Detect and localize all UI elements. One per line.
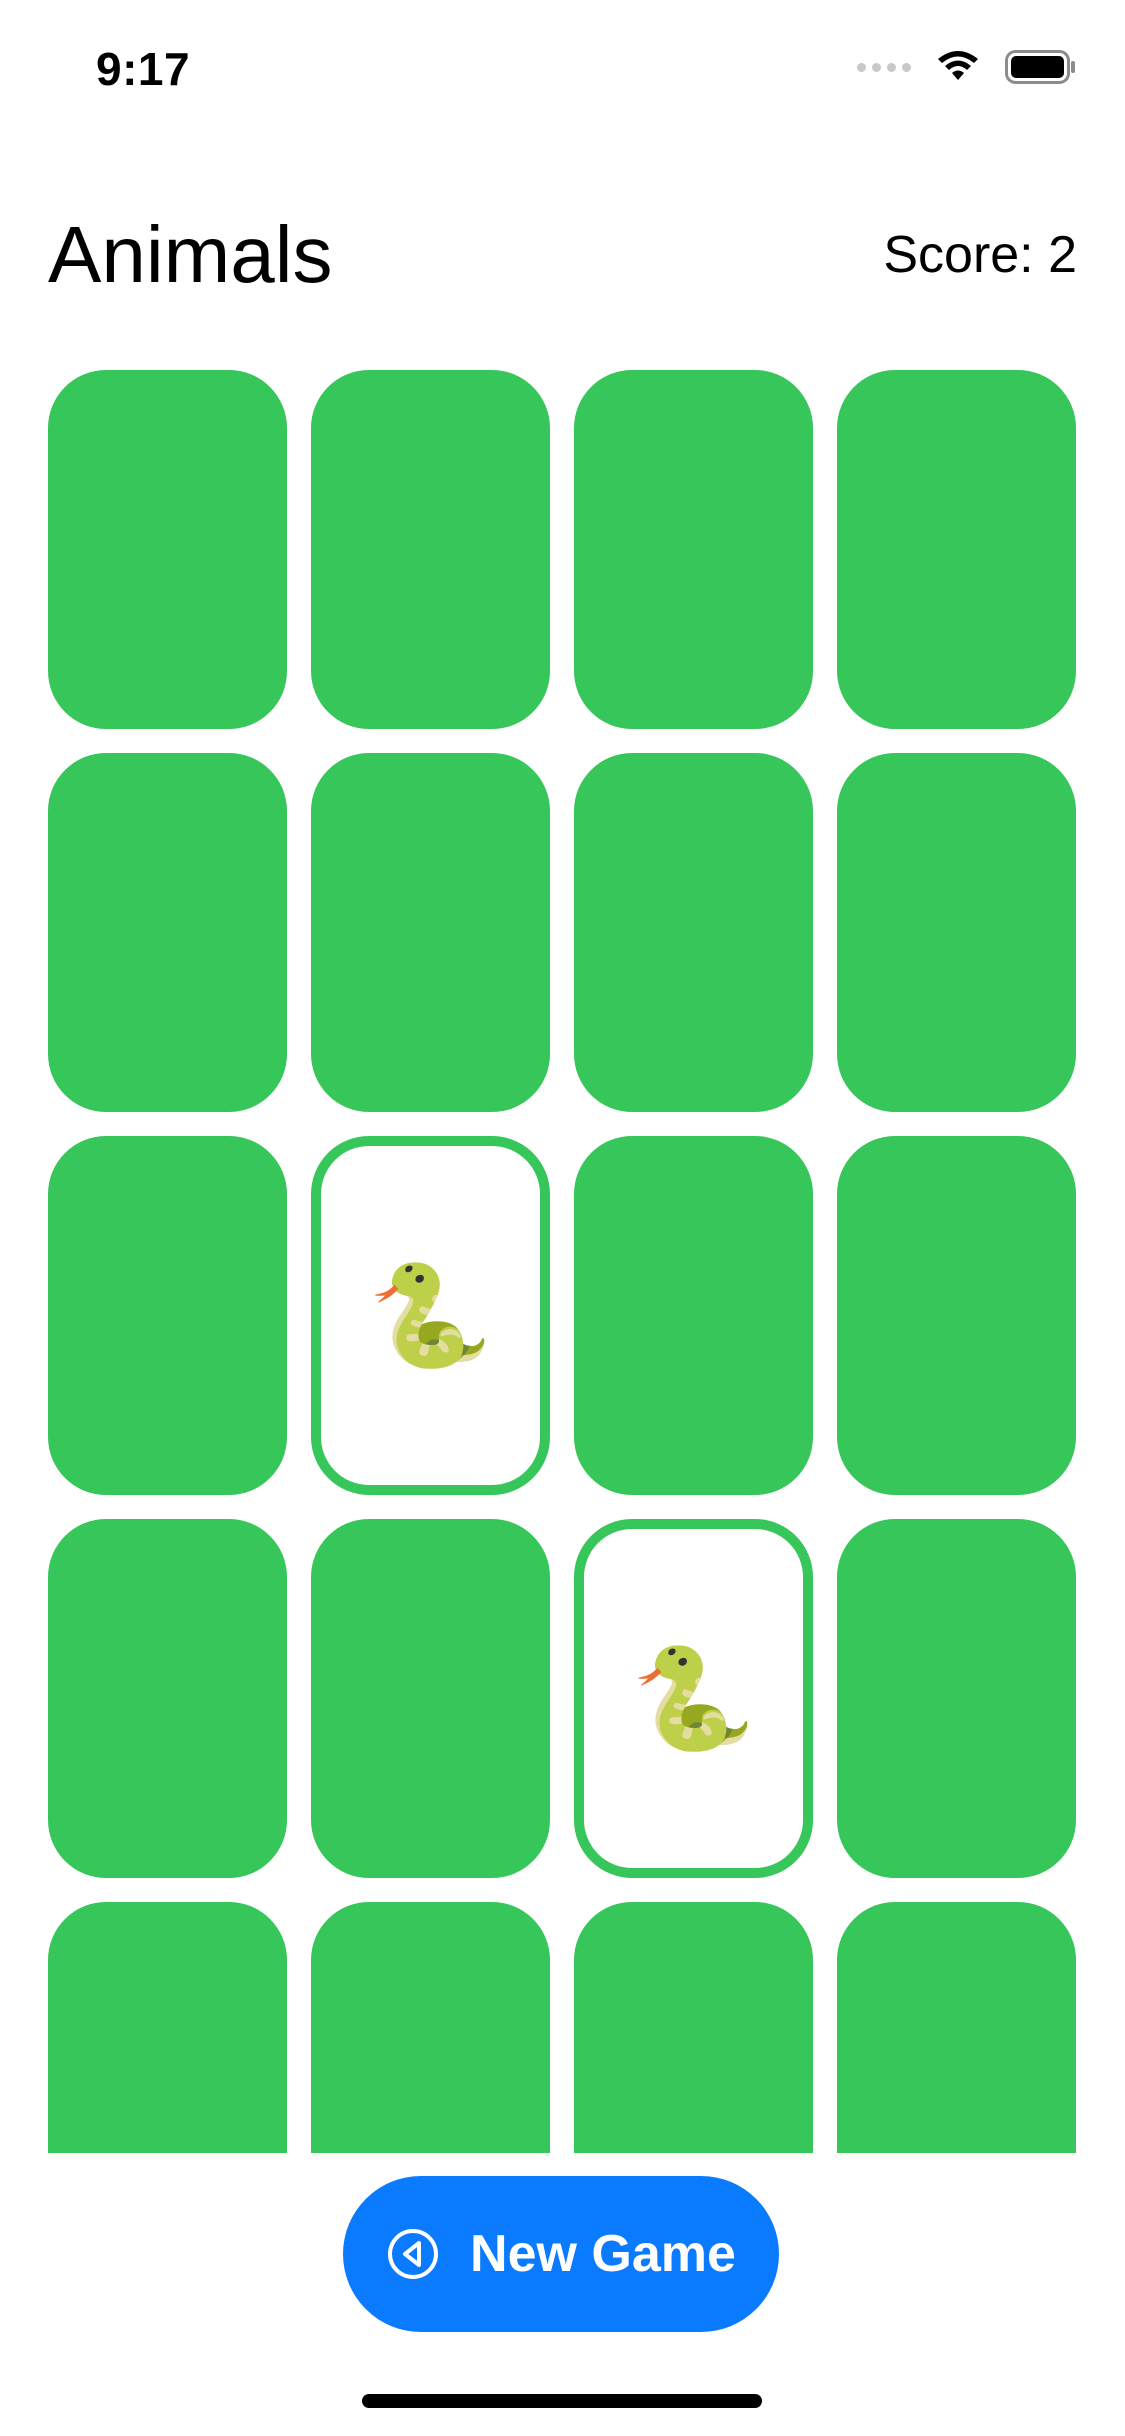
card[interactable] [48, 370, 287, 729]
card[interactable] [574, 753, 813, 1112]
new-game-button[interactable]: New Game [343, 2176, 779, 2332]
card[interactable] [837, 753, 1076, 1112]
card[interactable] [574, 1136, 813, 1495]
card[interactable] [311, 1519, 550, 1878]
card[interactable]: 🐍 [311, 1136, 550, 1495]
card[interactable] [837, 1136, 1076, 1495]
card-symbol: 🐍 [368, 1259, 493, 1372]
card-grid: 🐍 🐍 [48, 370, 1077, 2153]
card[interactable]: 🐍 [574, 1519, 813, 1878]
home-indicator[interactable] [362, 2394, 762, 2408]
card[interactable] [48, 1902, 287, 2153]
card[interactable] [837, 370, 1076, 729]
card-symbol: 🐍 [631, 1642, 756, 1755]
status-time: 9:17 [96, 43, 191, 95]
new-game-label: New Game [470, 2225, 736, 2283]
card[interactable] [311, 370, 550, 729]
card[interactable] [574, 370, 813, 729]
card[interactable] [574, 1902, 813, 2153]
battery-icon [1005, 50, 1077, 84]
card[interactable] [837, 1902, 1076, 2153]
card[interactable] [311, 753, 550, 1112]
page-title: Animals [48, 210, 333, 299]
card[interactable] [837, 1519, 1076, 1878]
header: Animals Score: 2 [48, 205, 1077, 305]
card[interactable] [48, 1519, 287, 1878]
card-grid-scroll[interactable]: 🐍 🐍 [48, 370, 1077, 2153]
card[interactable] [311, 1902, 550, 2153]
status-icons [857, 50, 1077, 84]
status-bar: 9:17 [0, 0, 1125, 140]
back-circle-icon [386, 2227, 440, 2281]
card[interactable] [48, 1136, 287, 1495]
wifi-icon [935, 50, 981, 84]
card[interactable] [48, 753, 287, 1112]
cellular-signal-icon [857, 62, 911, 72]
score-label: Score: 2 [883, 226, 1077, 284]
